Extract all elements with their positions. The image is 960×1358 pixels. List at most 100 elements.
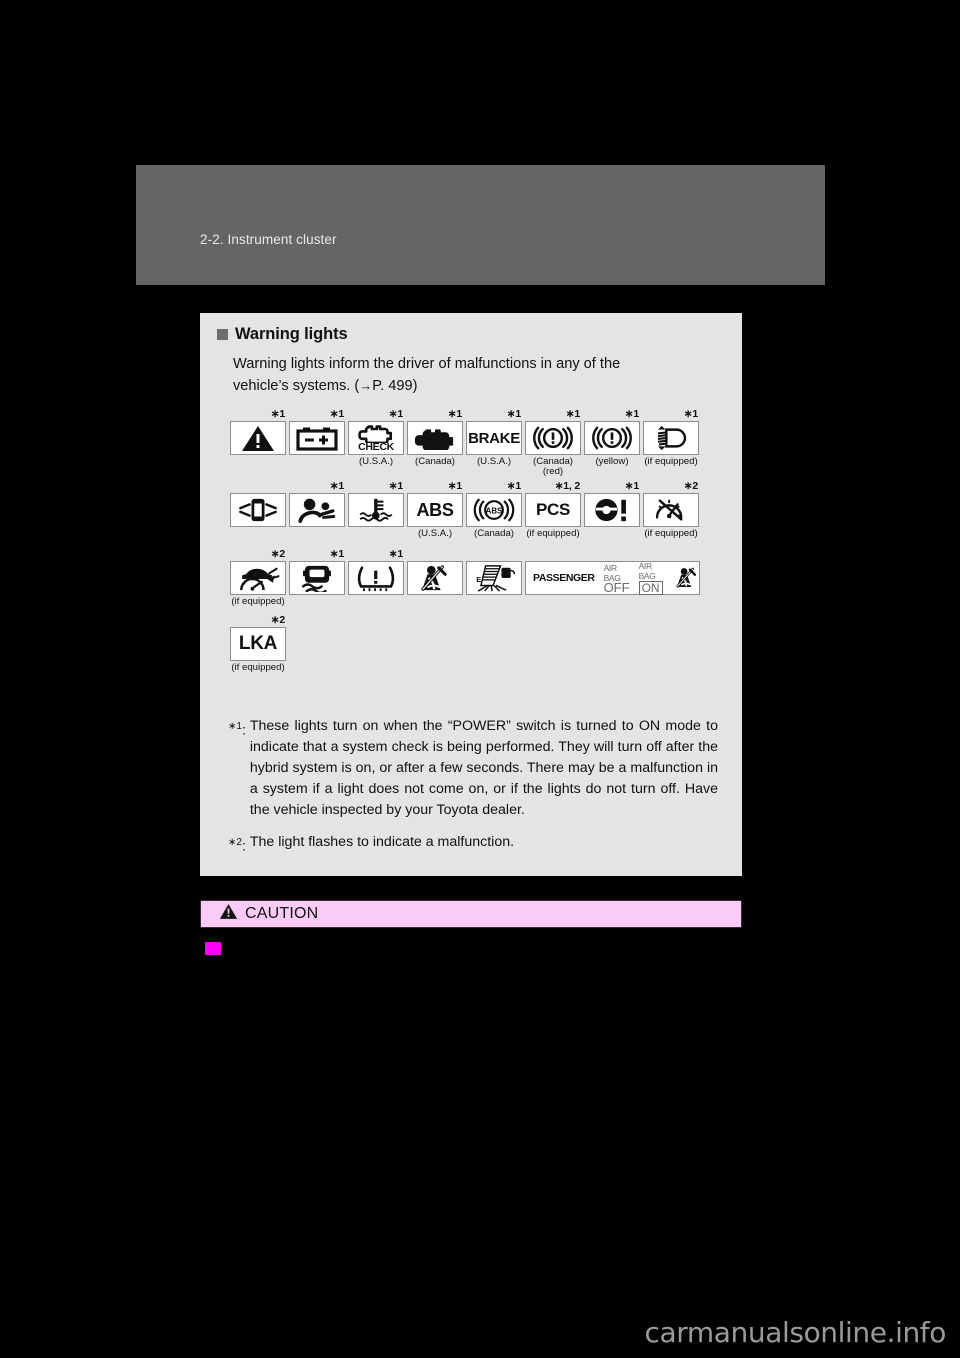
icon-cell-check-engine-canada: ∗1 (Canada) — [407, 408, 463, 468]
icon-cell-lka: ∗2 LKA (if equipped) — [230, 614, 286, 674]
footnote-marker: ∗1 — [683, 408, 698, 420]
page-header-bar: 2-2. Instrument cluster — [136, 165, 825, 285]
footnote-marker: ∗1 — [329, 480, 344, 492]
icon-caption: (Canada) — [474, 528, 514, 539]
seat-belt-reminder-icon — [674, 566, 700, 590]
icon-cell-brake-circle-red: ∗1 (Canada) (red) — [525, 408, 581, 477]
srs-airbag-warning-icon — [289, 493, 345, 527]
icon-cell-radar-cruise: ∗2 (if equipped) — [643, 480, 699, 540]
intro-line-2-pre: vehicle’s systems. ( — [233, 378, 360, 394]
icon-cell-coolant-temp: ∗1 — [348, 480, 404, 529]
icon-row-3: ∗2 (if equipped) ∗1 ∗1 E PASSENGER AIR B… — [230, 548, 730, 614]
abs-text-icon: ABS — [407, 493, 463, 527]
check-engine-label: CHECK — [358, 441, 394, 453]
footnotes: ∗1: These lights turn on when the “POWER… — [228, 716, 718, 869]
lka-label: LKA — [238, 633, 278, 654]
icon-cell-low-fuel: E — [466, 561, 522, 597]
tire-pressure-warning-icon — [348, 561, 404, 595]
warning-light-icon-grid: ∗1 ∗1 ∗1 CHECK (U.S.A.) ∗1 (Canada) ∗1 B… — [230, 408, 730, 674]
icon-cell-eps: ∗1 — [584, 480, 640, 529]
section-heading: Warning lights — [217, 325, 348, 344]
footnote-marker: ∗1 — [447, 480, 462, 492]
warning-lights-panel: Warning lights Warning lights inform the… — [200, 313, 742, 876]
footnote-marker: ∗1 — [624, 480, 639, 492]
square-bullet-icon — [217, 329, 228, 340]
lka-text-icon: LKA — [230, 627, 286, 661]
icon-caption: (if equipped) — [231, 596, 285, 607]
section-intro: Warning lights inform the driver of malf… — [233, 353, 721, 397]
footnote-marker: ∗1 — [270, 408, 285, 420]
footnote-marker: ∗1 — [506, 480, 521, 492]
section-title: Warning lights — [235, 325, 348, 343]
master-warning-triangle-icon — [230, 421, 286, 455]
abs-label: ABS — [416, 499, 454, 520]
door-ajar-icon — [230, 493, 286, 527]
icon-cell-slip-indicator: ∗1 — [289, 548, 345, 597]
brake-warning-circle-red-icon — [525, 421, 581, 455]
icon-cell-battery: ∗1 — [289, 408, 345, 457]
icon-cell-abs-circle: ∗1 ABS (Canada) — [466, 480, 522, 540]
airbag-on-top-label: AIR BAG — [638, 561, 656, 581]
footnote-marker: ∗1 — [624, 408, 639, 420]
battery-charge-warning-icon — [289, 421, 345, 455]
footnote-marker: ∗1 — [329, 408, 344, 420]
footnote-1-marker: ∗1: — [228, 721, 246, 739]
pcs-warning-icon: PCS — [525, 493, 581, 527]
icon-cell-seat-belt — [407, 561, 463, 597]
footnote-1-text: These lights turn on when the “POWER” sw… — [249, 718, 718, 818]
footnote-marker: ∗2 — [683, 480, 698, 492]
airbag-on-bottom-label: ON — [638, 581, 663, 595]
engine-coolant-temperature-icon — [348, 493, 404, 527]
icon-cell-master-warning: ∗1 — [230, 408, 286, 457]
check-engine-usa-icon: CHECK — [348, 421, 404, 455]
dynamic-radar-cruise-malfunction-icon — [230, 561, 286, 595]
icon-caption: (if equipped) — [231, 662, 285, 673]
icon-cell-check-engine-usa: ∗1 CHECK (U.S.A.) — [348, 408, 404, 468]
manual-page: 2-2. Instrument cluster Warning lights W… — [0, 0, 960, 1358]
icon-row-2: ∗1 ∗1 ∗1 ABS (U.S.A.) ∗1 ABS (Canada) ∗1… — [230, 480, 730, 548]
icon-cell-tire-pressure: ∗1 — [348, 548, 404, 597]
slip-indicator-icon — [289, 561, 345, 595]
icon-cell-door-ajar — [230, 493, 286, 529]
footnote-2-marker: ∗2: — [228, 837, 246, 855]
brake-warning-text-icon: BRAKE — [466, 421, 522, 455]
icon-caption: (yellow) — [595, 456, 629, 467]
airbag-off-bottom-label: OFF — [603, 580, 630, 595]
footnote-marker: ∗1 — [329, 548, 344, 560]
icon-cell-abs-text: ∗1 ABS (U.S.A.) — [407, 480, 463, 540]
footnote-marker: ∗2 — [270, 548, 285, 560]
footnote-marker: ∗2 — [270, 614, 285, 626]
brake-label: BRAKE — [468, 429, 520, 447]
footnote-marker: ∗1 — [506, 408, 521, 420]
footnote-marker: ∗1 — [388, 480, 403, 492]
seat-belt-reminder-icon — [407, 561, 463, 595]
icon-caption: (if equipped) — [644, 528, 698, 539]
svg-text:ABS: ABS — [486, 506, 503, 515]
icon-cell-srs-airbag: ∗1 — [289, 480, 345, 529]
headlight-malfunction-icon — [643, 421, 699, 455]
check-engine-canada-icon — [407, 421, 463, 455]
abs-circle-icon: ABS — [466, 493, 522, 527]
icon-caption: (if equipped) — [644, 456, 698, 467]
intro-line-1: Warning lights inform the driver of malf… — [233, 356, 621, 372]
passenger-airbag-onoff-icon: PASSENGER AIR BAG OFF AIR BAG ON — [525, 561, 700, 595]
icon-row-1: ∗1 ∗1 ∗1 CHECK (U.S.A.) ∗1 (Canada) ∗1 B… — [230, 408, 730, 480]
icon-cell-pcs: ∗1, 2 PCS (if equipped) — [525, 480, 581, 540]
intro-page-ref[interactable]: P. 499 — [372, 378, 412, 394]
footnote-marker: ∗1 — [565, 408, 580, 420]
arrow-icon: → — [359, 378, 373, 393]
icon-caption: (Canada) (red) — [533, 456, 573, 477]
icon-caption: (U.S.A.) — [358, 456, 394, 467]
icon-cell-brake-circle-yellow: ∗1 (yellow) — [584, 408, 640, 468]
intro-line-2-post: ) — [412, 378, 418, 394]
footnote-2: ∗2: The light flashes to indicate a malf… — [228, 832, 718, 858]
icon-cell-passenger-airbag-panel: PASSENGER AIR BAG OFF AIR BAG ON — [525, 561, 700, 597]
icon-cell-drcc-malfunction: ∗2 (if equipped) — [230, 548, 286, 608]
low-fuel-level-icon: E — [466, 561, 522, 595]
footnote-2-text: The light flashes to indicate a malfunct… — [249, 834, 515, 850]
icon-caption: (Canada) — [415, 456, 455, 467]
brake-warning-circle-yellow-icon — [584, 421, 640, 455]
electric-power-steering-icon — [584, 493, 640, 527]
radar-cruise-control-icon — [643, 493, 699, 527]
icon-caption: (U.S.A.) — [476, 456, 512, 467]
